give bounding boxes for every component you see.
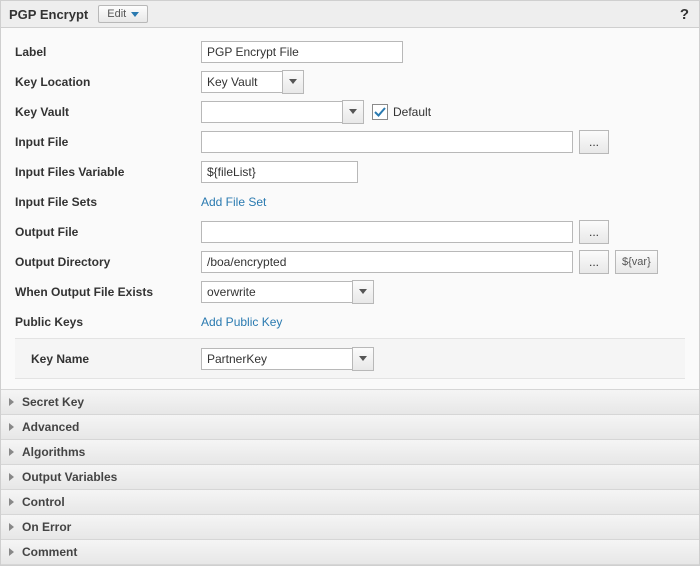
chevron-down-icon [359,289,367,294]
key-vault-select[interactable] [201,101,343,123]
accordion-item-output-variables[interactable]: Output Variables [1,465,699,490]
key-location-select[interactable] [201,71,283,93]
key-vault-label: Key Vault [15,105,201,119]
when-output-file-exists-select[interactable] [201,281,353,303]
accordion-item-control[interactable]: Control [1,490,699,515]
accordion: Secret Key Advanced Algorithms Output Va… [1,389,699,565]
input-file-sets-label: Input File Sets [15,195,201,209]
label-label: Label [15,45,201,59]
accordion-item-secret-key[interactable]: Secret Key [1,390,699,415]
input-file-browse-button[interactable]: ... [579,130,609,154]
output-directory-input[interactable] [201,251,573,273]
add-public-key-link[interactable]: Add Public Key [201,315,282,329]
output-directory-label: Output Directory [15,255,201,269]
chevron-right-icon [9,398,14,406]
chevron-down-icon [359,356,367,361]
output-file-browse-button[interactable]: ... [579,220,609,244]
chevron-right-icon [9,423,14,431]
key-name-dropdown[interactable] [352,347,374,371]
accordion-item-algorithms[interactable]: Algorithms [1,440,699,465]
key-location-label: Key Location [15,75,201,89]
default-checkbox-label: Default [393,105,431,119]
panel-header: PGP Encrypt Edit ? [1,1,699,28]
accordion-item-on-error[interactable]: On Error [1,515,699,540]
input-files-variable-input[interactable] [201,161,358,183]
accordion-item-comment[interactable]: Comment [1,540,699,565]
input-file-input[interactable] [201,131,573,153]
accordion-label: Control [22,495,65,509]
add-file-set-link[interactable]: Add File Set [201,195,266,209]
accordion-label: Algorithms [22,445,85,459]
chevron-down-icon [349,109,357,114]
output-file-label: Output File [15,225,201,239]
accordion-label: Output Variables [22,470,117,484]
input-file-label: Input File [15,135,201,149]
accordion-label: Comment [22,545,77,559]
key-name-select[interactable] [201,348,353,370]
chevron-right-icon [9,473,14,481]
pgp-encrypt-panel: PGP Encrypt Edit ? Label Key Location Ke… [0,0,700,566]
edit-button-label: Edit [107,8,126,20]
public-keys-label: Public Keys [15,315,201,329]
input-files-variable-label: Input Files Variable [15,165,201,179]
output-file-input[interactable] [201,221,573,243]
chevron-right-icon [9,523,14,531]
public-key-entry: Key Name [15,338,685,379]
key-vault-dropdown[interactable] [342,100,364,124]
chevron-right-icon [9,548,14,556]
label-input[interactable] [201,41,403,63]
key-location-dropdown[interactable] [282,70,304,94]
key-name-label: Key Name [31,352,201,366]
chevron-down-icon [131,12,139,17]
accordion-label: On Error [22,520,71,534]
chevron-right-icon [9,498,14,506]
accordion-label: Secret Key [22,395,84,409]
output-directory-browse-button[interactable]: ... [579,250,609,274]
accordion-label: Advanced [22,420,79,434]
when-output-file-exists-label: When Output File Exists [15,285,201,299]
output-directory-var-button[interactable]: ${var} [615,250,658,274]
when-output-file-exists-dropdown[interactable] [352,280,374,304]
panel-body: Label Key Location Key Vault Default Inp… [1,28,699,389]
chevron-right-icon [9,448,14,456]
accordion-item-advanced[interactable]: Advanced [1,415,699,440]
chevron-down-icon [289,79,297,84]
panel-title: PGP Encrypt [9,7,88,22]
default-checkbox[interactable] [372,104,388,120]
edit-button[interactable]: Edit [98,5,148,23]
help-icon[interactable]: ? [680,6,689,23]
